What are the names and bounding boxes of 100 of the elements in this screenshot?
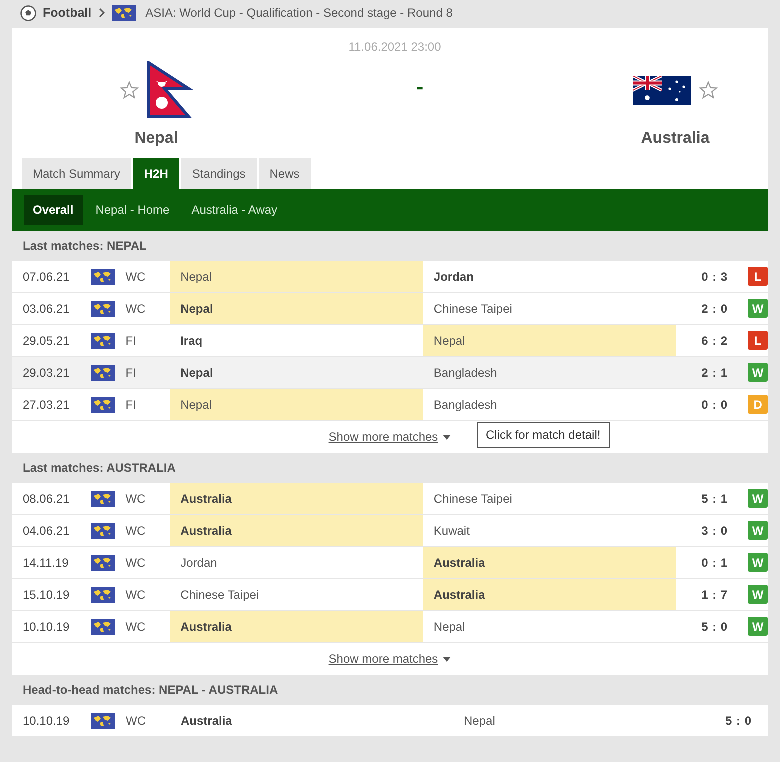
away-team-cell-text: Chinese Taipei [432, 490, 514, 508]
world-flag-icon [91, 712, 115, 728]
home-team-cell: Nepal [170, 261, 423, 292]
match-date: 14.11.19 [22, 554, 70, 572]
team-name[interactable]: Australia [641, 130, 710, 148]
match-score: - [416, 74, 424, 100]
match-row[interactable]: 15.10.19 WC Chinese Taipei Australia 1 : 7 W [12, 579, 768, 611]
flag-icon [147, 61, 193, 119]
tab[interactable]: Match Summary [22, 158, 132, 189]
subtab[interactable]: Australia - Away [182, 195, 287, 225]
world-flag-icon [90, 364, 115, 380]
home-team-cell: Nepal [170, 293, 423, 324]
competition-code: WC [126, 300, 147, 318]
competition-code: WC [126, 268, 147, 286]
result-badge: L [748, 331, 768, 350]
match-row[interactable]: 03.06.21 WC Nepal Chinese Taipei 2 : 0 W [12, 293, 768, 325]
match-date: 27.03.21 [22, 396, 71, 414]
match-row[interactable]: 29.05.21 FI Iraq Nepal 6 : 2 L [12, 325, 768, 357]
match-score: 2 : 1 [700, 364, 728, 382]
result-badge: W [748, 363, 768, 382]
world-flag-icon [90, 396, 115, 412]
world-flag-icon [90, 268, 115, 284]
match-score: 0 : 3 [700, 268, 728, 286]
match-date: 10.10.19 [22, 712, 71, 730]
tab[interactable]: Standings [181, 158, 257, 189]
competition-code: FI [126, 396, 138, 414]
result-badge: W [748, 521, 768, 540]
match-row[interactable]: 29.03.21 FI Nepal Bangladesh 2 : 1 W [12, 357, 768, 389]
breadcrumb-link[interactable]: Football [43, 6, 92, 20]
competition-code: WC [126, 712, 147, 730]
match-score: 0 : 0 [700, 396, 728, 414]
world-flag-icon [90, 522, 115, 538]
away-team-cell-text: Nepal [432, 618, 466, 636]
home-team-cell-text: Nepal [180, 364, 214, 382]
show-more-link[interactable]: Show more matches [328, 430, 438, 444]
competition-code: FI [126, 364, 138, 382]
match-row[interactable]: 27.03.21 FI Nepal Bangladesh 0 : 0 D [12, 389, 768, 421]
away-team-cell-text: Nepal [463, 712, 496, 730]
home-team-cell-text: Australia [180, 712, 234, 730]
home-team-cell: Australia [170, 483, 423, 514]
world-flag-icon [90, 332, 115, 348]
match-row[interactable]: 10.10.19 WC Australia Nepal 5 : 0 [12, 705, 768, 737]
world-flag-icon [90, 554, 115, 570]
result-badge: W [748, 553, 768, 572]
match-score: 6 : 2 [700, 332, 728, 350]
match-score: 5 : 0 [700, 618, 728, 636]
match-row[interactable]: 14.11.19 WC Jordan Australia 0 : 1 W [12, 547, 768, 579]
subtab[interactable]: Overall [24, 195, 83, 225]
result-badge: L [748, 267, 768, 286]
match-datetime: 11.06.2021 23:00 [348, 40, 442, 54]
result-badge: W [748, 489, 768, 508]
chevron-right-icon [98, 8, 106, 18]
away-team-cell-text: Bangladesh [432, 396, 498, 414]
away-team-cell: Australia [422, 547, 676, 578]
soccer-ball-icon [20, 4, 37, 22]
breadcrumb-link[interactable]: ASIA: World Cup - Qualification - Second stage - Round 8 [146, 6, 453, 20]
away-team-cell-text: Chinese Taipei [432, 300, 514, 318]
home-team-cell-text: Jordan [180, 554, 218, 572]
match-date: 04.06.21 [22, 522, 71, 540]
away-team-cell-text: Bangladesh [432, 364, 498, 382]
world-flag-icon [90, 300, 115, 316]
competition-code: WC [126, 586, 147, 604]
world-flag-icon [90, 618, 115, 634]
home-team-cell: Australia [170, 515, 423, 546]
tab[interactable]: News [258, 158, 311, 189]
match-score: 0 : 1 [700, 554, 728, 572]
favorite-star-icon[interactable] [120, 80, 139, 100]
team-name[interactable]: Nepal [134, 130, 178, 148]
match-date: 03.06.21 [22, 300, 71, 318]
away-team-cell-text: Jordan [432, 268, 475, 286]
match-score: 5 : 1 [700, 490, 728, 508]
tab[interactable]: H2H [133, 158, 180, 189]
flag-icon [632, 76, 691, 104]
home-team-cell-text: Iraq [180, 332, 204, 350]
result-badge: W [748, 299, 768, 318]
world-flag-icon [90, 586, 115, 602]
match-row[interactable]: 07.06.21 WC Nepal Jordan 0 : 3 L [12, 261, 768, 293]
away-team-cell-text: Kuwait [432, 522, 471, 540]
away-team-cell: Nepal [422, 325, 676, 356]
competition-code: FI [126, 332, 138, 350]
home-team-cell: Nepal [170, 389, 423, 420]
competition-code: WC [126, 554, 147, 572]
show-more-link[interactable]: Show more matches [328, 652, 438, 666]
match-date: 08.06.21 [22, 490, 71, 508]
world-flag-icon [90, 490, 115, 506]
caret-down-icon [443, 434, 452, 440]
match-date: 15.10.19 [22, 586, 71, 604]
match-score: 2 : 0 [700, 300, 728, 318]
world-flag-icon [112, 5, 136, 21]
match-row[interactable]: 08.06.21 WC Australia Chinese Taipei 5 : 1 W [12, 483, 768, 515]
tooltip: Click for match detail! [477, 422, 610, 448]
result-badge: W [748, 617, 768, 636]
subtab[interactable]: Nepal - Home [86, 195, 179, 225]
away-team-cell: Australia [422, 579, 676, 610]
match-row[interactable]: 10.10.19 WC Australia Nepal 5 : 0 W [12, 611, 768, 643]
match-row[interactable]: 04.06.21 WC Australia Kuwait 3 : 0 W [12, 515, 768, 547]
favorite-star-icon[interactable] [698, 80, 718, 100]
competition-code: WC [126, 618, 147, 636]
match-date: 07.06.21 [22, 268, 71, 286]
result-badge: W [748, 585, 768, 604]
